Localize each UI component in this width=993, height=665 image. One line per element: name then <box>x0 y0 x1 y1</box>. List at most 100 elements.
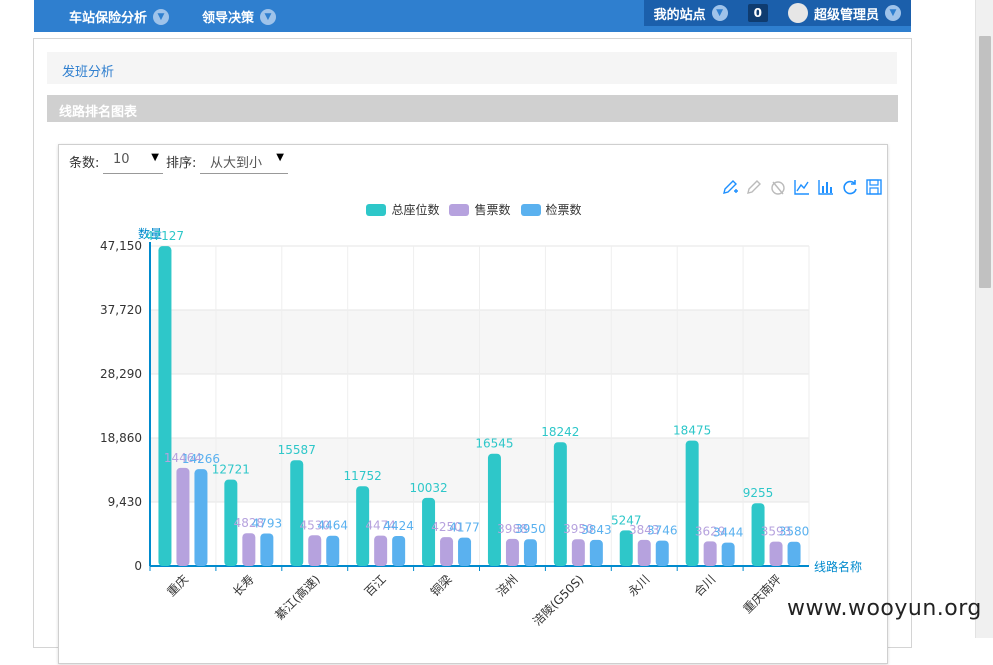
my-station-label: 我的站点 <box>653 7 706 23</box>
x-tick-label: 綦江(高速) <box>272 572 323 623</box>
y-tick-label: 37,720 <box>100 303 142 317</box>
y-tick-label: 0 <box>134 559 142 573</box>
bar-checked <box>458 537 472 566</box>
bar-data-label: 3843 <box>581 523 612 537</box>
user-nav: 我的站点 ▼ 0 超级管理员 ▼ <box>643 0 911 26</box>
bar-data-label: 18475 <box>673 424 711 438</box>
my-station-menu[interactable]: 我的站点 ▼ <box>644 0 738 26</box>
bar-sold <box>703 541 717 566</box>
chevron-down-icon: ▼ <box>711 5 728 21</box>
bar-sold <box>242 533 256 566</box>
x-axis-title: 线路名称 <box>814 559 862 574</box>
notification-badge: 0 <box>747 4 768 22</box>
x-tick-label: 重庆南坪 <box>740 572 785 617</box>
y-tick-label: 9,430 <box>108 495 142 509</box>
bar-checked <box>721 542 735 566</box>
erase-mark-icon[interactable] <box>745 178 763 196</box>
bar-data-label: 47127 <box>146 229 184 243</box>
count-label: 条数: <box>69 156 100 171</box>
bar-sold <box>308 535 322 566</box>
bar-total <box>487 453 501 566</box>
bar-sold <box>505 538 519 566</box>
bar-data-label: 15587 <box>278 443 316 457</box>
bar-data-label: 3580 <box>779 525 810 539</box>
nav-leader-decision-label: 领导决策 <box>202 11 255 26</box>
bar-sold <box>440 537 454 566</box>
bar-data-label: 3444 <box>713 526 744 540</box>
bar-checked <box>787 541 801 566</box>
x-tick-label: 长寿 <box>230 572 257 599</box>
watermark-text: www.wooyun.org <box>787 596 982 621</box>
save-image-icon[interactable] <box>865 178 883 196</box>
bar-data-label: 4464 <box>317 519 348 533</box>
bar-data-label: 9255 <box>743 486 774 500</box>
bar-total <box>685 440 699 566</box>
bar-sold <box>176 467 190 566</box>
bar-checked <box>392 535 406 566</box>
bar-data-label: 18242 <box>541 425 579 439</box>
bar-checked <box>655 540 669 566</box>
bar-data-label: 4177 <box>449 521 480 535</box>
bar-sold <box>637 539 651 566</box>
bar-checked <box>523 539 537 566</box>
bar-total <box>290 460 304 566</box>
chevron-down-icon: ▼ <box>153 8 170 25</box>
chart-container: 条数: 10 ▼ 排序: 从大到小 ▼ 总座位数 售票数 检票数 0 9,430… <box>58 144 888 664</box>
bar-chart: 09,43018,86028,29037,72047,150数量线路名称4712… <box>100 226 862 629</box>
chevron-down-icon: ▼ <box>885 5 901 21</box>
nav-leader-decision[interactable]: 领导决策 ▼ <box>202 7 277 26</box>
mark-icon[interactable] <box>721 178 739 196</box>
y-tick-label: 28,290 <box>100 367 142 381</box>
x-tick-label: 百江 <box>362 572 389 599</box>
bar-total <box>553 442 567 566</box>
chart-toolbox <box>721 178 883 196</box>
bar-data-label: 3746 <box>647 524 678 538</box>
section-header: 线路排名图表 <box>47 95 898 122</box>
x-tick-label: 涪陵(G50S) <box>530 572 587 629</box>
sort-label: 排序: <box>166 156 197 171</box>
bar-sold <box>769 541 783 566</box>
top-nav-bar: 车站保险分析 ▼ 领导决策 ▼ 我的站点 ▼ 0 超级管理员 ▼ <box>34 0 911 32</box>
sort-select-value: 从大到小 <box>210 156 263 171</box>
bar-chart-icon[interactable] <box>817 178 835 196</box>
clear-icon[interactable] <box>769 178 787 196</box>
bar-data-label: 4424 <box>383 519 414 533</box>
bar-checked <box>260 533 274 566</box>
bar-data-label: 16545 <box>475 437 513 451</box>
x-tick-label: 合川 <box>691 572 719 600</box>
bar-data-label: 4793 <box>252 516 283 530</box>
bar-sold <box>571 539 585 566</box>
breadcrumb-link-dispatch-analysis[interactable]: 发班分析 <box>62 61 114 80</box>
bar-data-label: 12721 <box>212 463 250 477</box>
bar-data-label: 11752 <box>344 469 382 483</box>
x-tick-label: 永川 <box>625 572 652 599</box>
bar-data-label: 3950 <box>515 522 546 536</box>
bar-sold <box>374 535 388 566</box>
y-tick-label: 47,150 <box>100 239 142 253</box>
x-tick-label: 涪州 <box>493 572 521 600</box>
section-title: 线路排名图表 <box>59 105 138 120</box>
bar-total <box>158 246 172 566</box>
user-name: 超级管理员 <box>813 7 879 23</box>
scrollbar-thumb[interactable] <box>979 36 991 288</box>
dropdown-arrow-icon: ▼ <box>276 152 284 163</box>
avatar <box>787 3 808 23</box>
bar-data-label: 10032 <box>409 481 447 495</box>
line-chart-icon[interactable] <box>793 178 811 196</box>
main-panel: 发班分析 线路排名图表 条数: 10 ▼ 排序: 从大到小 ▼ 总座位数 售票数… <box>33 38 912 664</box>
count-select[interactable]: 10 ▼ <box>103 148 163 174</box>
chevron-down-icon: ▼ <box>260 8 277 25</box>
restore-icon[interactable] <box>841 178 859 196</box>
nav-station-insurance[interactable]: 车站保险分析 ▼ <box>69 7 170 26</box>
sort-select[interactable]: 从大到小 ▼ <box>200 148 288 174</box>
x-tick-label: 铜梁 <box>427 572 455 600</box>
count-select-value: 10 <box>113 152 130 167</box>
bar-checked <box>326 535 340 566</box>
nav-station-insurance-label: 车站保险分析 <box>69 11 148 26</box>
bar-checked <box>589 539 603 566</box>
page-scrollbar[interactable] <box>975 0 993 638</box>
notification-button[interactable]: 0 <box>738 0 778 26</box>
y-tick-label: 18,860 <box>100 431 142 445</box>
bar-checked <box>194 469 208 566</box>
user-menu[interactable]: 超级管理员 ▼ <box>778 0 911 26</box>
